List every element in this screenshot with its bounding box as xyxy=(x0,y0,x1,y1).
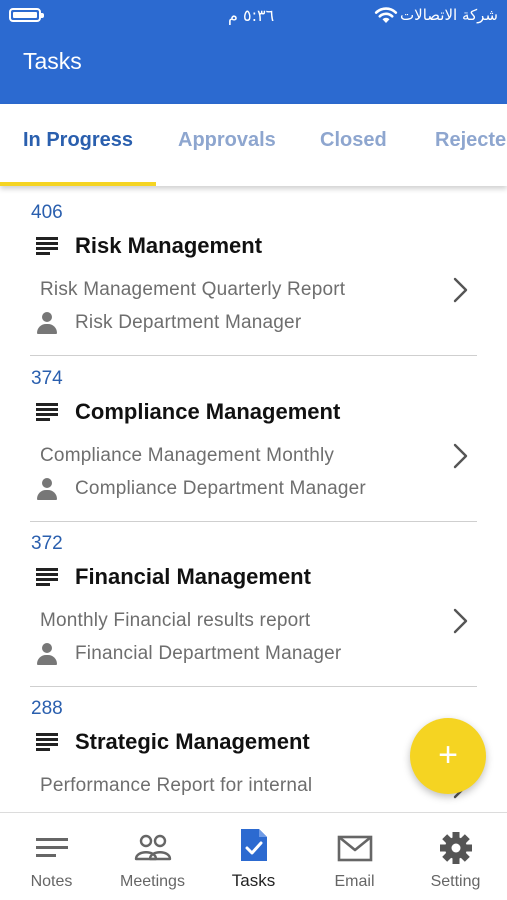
wifi-icon xyxy=(374,7,398,23)
lines-icon xyxy=(36,403,58,421)
person-icon xyxy=(36,478,58,500)
task-description: Monthly Financial results report xyxy=(40,610,311,631)
person-icon xyxy=(36,312,58,334)
task-description: Compliance Management Monthly xyxy=(40,445,335,466)
add-task-button[interactable]: + xyxy=(410,718,486,794)
meetings-icon xyxy=(134,834,171,861)
plus-icon: + xyxy=(438,736,458,774)
task-description: Risk Management Quarterly Report xyxy=(40,279,346,300)
nav-label: Tasks xyxy=(231,871,276,890)
tab-rejected[interactable]: Rejected xyxy=(435,129,507,152)
lines-icon xyxy=(36,237,58,255)
lines-icon xyxy=(36,568,58,586)
nav-item-email[interactable]: Email xyxy=(304,813,405,900)
task-owner: Risk Department Manager xyxy=(75,312,302,333)
nav-item-notes[interactable]: Notes xyxy=(1,813,102,900)
battery-icon xyxy=(9,8,44,22)
nav-item-tasks[interactable]: Tasks xyxy=(203,813,304,900)
nav-item-setting[interactable]: Setting xyxy=(405,813,506,900)
task-id: 406 xyxy=(31,202,63,223)
app-header: ٥:٣٦ م شركة الاتصالات Tasks xyxy=(0,0,507,104)
nav-label: Meetings xyxy=(120,873,185,890)
task-id: 374 xyxy=(31,368,63,389)
task-owner: Financial Department Manager xyxy=(75,643,342,664)
nav-label: Email xyxy=(334,873,375,890)
nav-label: Setting xyxy=(430,873,481,890)
active-tab-indicator xyxy=(0,182,156,186)
task-list: 406 Risk Management Risk Management Quar… xyxy=(0,186,507,812)
email-icon xyxy=(337,835,372,862)
task-id: 288 xyxy=(31,698,63,719)
carrier-name: شركة الاتصالات xyxy=(400,6,498,24)
notes-icon xyxy=(35,838,68,857)
nav-label: Notes xyxy=(30,873,73,890)
task-title: Strategic Management xyxy=(75,729,310,754)
lines-icon xyxy=(36,733,58,751)
chevron-right-icon[interactable] xyxy=(450,607,470,635)
task-tabs: In Progress Approvals Closed Rejected xyxy=(0,104,507,186)
task-owner: Compliance Department Manager xyxy=(75,478,366,499)
tab-in-progress[interactable]: In Progress xyxy=(23,129,133,152)
chevron-right-icon[interactable] xyxy=(450,442,470,470)
task-item[interactable]: 374 Compliance Management Compliance Man… xyxy=(0,352,507,522)
task-item[interactable]: 406 Risk Management Risk Management Quar… xyxy=(0,186,507,356)
status-time: ٥:٣٦ م xyxy=(228,6,275,25)
person-icon xyxy=(36,643,58,665)
tab-approvals[interactable]: Approvals xyxy=(178,129,276,152)
tasks-icon xyxy=(240,829,267,861)
task-item[interactable]: 372 Financial Management Monthly Financi… xyxy=(0,517,507,687)
task-description: Performance Report for internal xyxy=(40,775,313,796)
bottom-navigation: Notes Meetings Tasks Email Setting xyxy=(0,812,507,900)
tab-closed[interactable]: Closed xyxy=(320,129,387,152)
page-title: Tasks xyxy=(23,48,82,74)
task-title: Compliance Management xyxy=(75,399,341,424)
task-title: Financial Management xyxy=(75,564,311,589)
task-title: Risk Management xyxy=(75,233,263,258)
gear-icon xyxy=(439,832,472,864)
status-bar: ٥:٣٦ م شركة الاتصالات xyxy=(0,0,507,34)
chevron-right-icon[interactable] xyxy=(450,276,470,304)
nav-item-meetings[interactable]: Meetings xyxy=(102,813,203,900)
task-id: 372 xyxy=(31,533,63,554)
